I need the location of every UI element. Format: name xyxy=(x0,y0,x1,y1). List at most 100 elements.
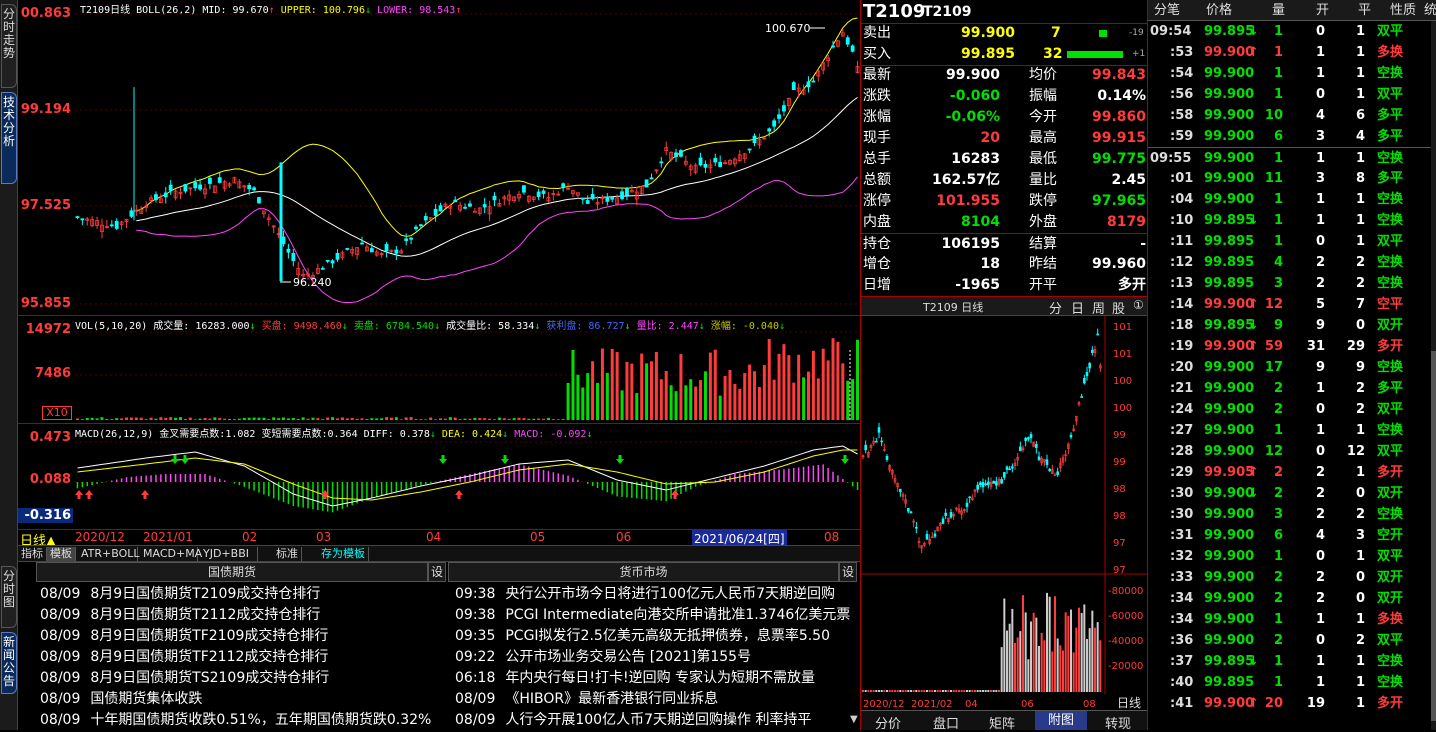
macd-panel[interactable]: MACD(26,12,9) 金叉需要点数:1.082 变短需要点数:0.364 … xyxy=(18,424,860,529)
price-panel[interactable]: T2109日线 BOLL(26,2) MID: 99.670↑ UPPER: 1… xyxy=(18,0,860,316)
template-yjd-bbi[interactable]: YJD+BBI xyxy=(200,547,258,561)
tick-col-volume[interactable]: 量 xyxy=(1272,0,1285,21)
template-standard[interactable]: 标准 xyxy=(273,547,302,561)
money-news-item[interactable]: 06:18 年内央行每日!打卡!逆回购 专家认为短期不需放量 xyxy=(455,668,850,689)
tick-col-open[interactable]: 开 xyxy=(1316,0,1329,21)
tab-spot[interactable]: 转现 xyxy=(1105,713,1131,732)
money-news-item[interactable]: 08/09 《HIBOR》最新香港银行同业拆息 xyxy=(455,689,850,710)
tick-row[interactable]: :53 99.900 ↑ 1 1 1 多换 xyxy=(1148,42,1431,63)
news-headline[interactable]: 8月9日国债期货T2112成交持仓排行 xyxy=(90,607,320,623)
bond-news-item[interactable]: 08/09 8月9日国债期货T2112成交持仓排行 xyxy=(40,605,448,626)
news-headline[interactable]: 8月9日国债期货TF2109成交持仓排行 xyxy=(90,628,328,644)
tick-row[interactable]: :32 99.900 1 0 1 双平 xyxy=(1148,546,1431,567)
tick-row[interactable]: :34 99.900 1 1 1 多换 xyxy=(1148,609,1431,630)
tick-col-stat[interactable]: 统 xyxy=(1424,0,1436,21)
tick-row[interactable]: :30 99.900 ↓ 2 2 0 双开 xyxy=(1148,483,1431,504)
tick-row[interactable]: :04 99.900 1 1 1 空换 xyxy=(1148,189,1431,210)
tick-row[interactable]: :24 99.900 2 0 2 双平 xyxy=(1148,399,1431,420)
mini-period-label[interactable]: 日线 xyxy=(1117,696,1141,710)
news-headline[interactable]: 十年期国债期货收跌0.51%，五年期国债期货跌0.32% xyxy=(90,712,431,728)
tick-row[interactable]: :20 99.900 17 9 9 空换 xyxy=(1148,357,1431,378)
tick-row[interactable]: :18 99.895 ↓ 9 9 0 双开 xyxy=(1148,315,1431,336)
tick-row[interactable]: :40 99.895 1 1 1 空换 xyxy=(1148,672,1431,693)
tab-sub-chart[interactable]: 附图 xyxy=(1035,711,1087,730)
tick-col-time[interactable]: 分笔 xyxy=(1154,0,1180,21)
news-headline[interactable]: PCGI拟发行2.5亿美元高级无抵押债券，息票率5.50 xyxy=(505,628,830,644)
tab-technical-analysis[interactable]: 技术分析 xyxy=(1,92,17,184)
bond-news-item[interactable]: 08/09 8月9日国债期货TF2112成交持仓排行 xyxy=(40,647,448,668)
money-news-item[interactable]: 09:22 公开市场业务交易公告 [2021]第155号 xyxy=(455,647,850,668)
bond-news-item[interactable]: 08/09 国债期货集体收跌 xyxy=(40,689,448,710)
news-headline[interactable]: 8月9日国债期货TF2112成交持仓排行 xyxy=(90,649,328,665)
tick-row[interactable]: :01 99.900 11 3 8 多平 xyxy=(1148,168,1431,189)
tick-scroll-thumb[interactable] xyxy=(1431,351,1436,721)
tab-intraday-chart[interactable]: 分时图 xyxy=(1,566,17,628)
tick-row[interactable]: 09:54 99.895 ↓ 1 0 1 双平 xyxy=(1148,21,1431,42)
tick-row[interactable]: :10 99.895 ↓ 1 1 1 空换 xyxy=(1148,210,1431,231)
tick-row[interactable]: :34 99.900 2 2 0 双开 xyxy=(1148,588,1431,609)
tick-col-price[interactable]: 价格 xyxy=(1206,0,1232,21)
template-button[interactable]: 模板 xyxy=(47,547,76,561)
money-news-item[interactable]: 09:35 PCGI拟发行2.5亿美元高级无抵押债券，息票率5.50 xyxy=(455,626,850,647)
tick-row[interactable]: :13 99.895 3 2 2 空换 xyxy=(1148,273,1431,294)
tick-row[interactable]: :33 99.900 2 2 0 双开 xyxy=(1148,567,1431,588)
bond-news-item[interactable]: 08/09 8月9日国债期货TS2109成交持仓排行 xyxy=(40,668,448,689)
tick-col-nature[interactable]: 性质 xyxy=(1390,0,1416,21)
tab-news[interactable]: 新闻公告 xyxy=(1,632,17,694)
tick-row[interactable]: :58 99.900 10 4 6 多平 xyxy=(1148,105,1431,126)
tick-row[interactable]: :11 99.895 1 0 1 双平 xyxy=(1148,231,1431,252)
bond-news-item[interactable]: 08/09 8月9日国债期货T2109成交持仓排行 xyxy=(40,584,448,605)
bond-news-item[interactable]: 08/09 8月9日国债期货TF2109成交持仓排行 xyxy=(40,626,448,647)
news-headline[interactable]: 年内央行每日!打卡!逆回购 专家认为短期不需放量 xyxy=(505,670,815,686)
tick-col-close[interactable]: 平 xyxy=(1358,0,1371,21)
news-headline[interactable]: 央行公开市场今日将进行100亿元人民币7天期逆回购 xyxy=(505,586,835,602)
tab-intraday[interactable]: 分时走势 xyxy=(1,4,17,88)
candlestick-chart[interactable]: 100.670 96.240 xyxy=(75,12,860,312)
tick-row[interactable]: :28 99.900 12 0 12 双平 xyxy=(1148,441,1431,462)
money-news-item[interactable]: 09:38 PCGI Intermediate向港交所申请批准1.3746亿美元票 xyxy=(455,605,850,626)
news-headline[interactable]: 人行今开展100亿人币7天期逆回购操作 利率持平 xyxy=(505,712,811,728)
mini-btn-min[interactable]: 分 xyxy=(1049,298,1062,317)
tick-row[interactable]: :41 99.900 ↑ 20 19 1 多开 xyxy=(1148,693,1431,714)
indicator-button[interactable]: 指标 xyxy=(18,547,47,561)
macd-chart[interactable] xyxy=(75,436,860,528)
news-right-settings[interactable]: 设 xyxy=(839,562,857,582)
money-news-item[interactable]: 09:38 央行公开市场今日将进行100亿元人民币7天期逆回购 xyxy=(455,584,850,605)
news-headline[interactable]: 8月9日国债期货TS2109成交持仓排行 xyxy=(90,670,329,686)
news-headline[interactable]: 8月9日国债期货T2109成交持仓排行 xyxy=(90,586,320,602)
tick-row[interactable]: :36 99.900 2 0 2 双平 xyxy=(1148,630,1431,651)
mini-btn-stock[interactable]: 股 xyxy=(1112,298,1125,317)
news-left-settings[interactable]: 设 xyxy=(428,562,446,582)
tick-row[interactable]: 09:55 99.900 1 1 1 空换 xyxy=(1148,147,1431,168)
tab-matrix[interactable]: 矩阵 xyxy=(989,713,1015,732)
tick-row[interactable]: :30 99.900 3 2 2 空换 xyxy=(1148,504,1431,525)
tick-row[interactable]: :19 99.900 ↑ 59 31 29 多开 xyxy=(1148,336,1431,357)
news-headline[interactable]: 公开市场业务交易公告 [2021]第155号 xyxy=(505,649,751,665)
bond-news-item[interactable]: 08/09 十年期国债期货收跌0.51%，五年期国债期货跌0.32% xyxy=(40,710,448,731)
volume-bars[interactable] xyxy=(75,330,860,422)
save-template-button[interactable]: 存为模板 xyxy=(318,547,369,561)
tick-row[interactable]: :31 99.900 6 4 3 空开 xyxy=(1148,525,1431,546)
news-header-bond-futures[interactable]: 国债期货 xyxy=(36,562,428,582)
mini-btn-day[interactable]: 日 xyxy=(1071,298,1084,317)
news-headline[interactable]: 《HIBOR》最新香港银行同业拆息 xyxy=(505,691,718,707)
tick-row[interactable]: :14 99.900 ↑ 12 5 7 空平 xyxy=(1148,294,1431,315)
news-headline[interactable]: 国债期货集体收跌 xyxy=(90,691,202,707)
tick-row[interactable]: :21 99.900 2 1 2 多平 xyxy=(1148,378,1431,399)
tick-row[interactable]: :59 99.900 6 3 4 多平 xyxy=(1148,126,1431,147)
tick-row[interactable]: :56 99.900 1 0 1 双平 xyxy=(1148,84,1431,105)
tick-row[interactable]: :29 99.905 ↑ 2 2 1 多开 xyxy=(1148,462,1431,483)
volume-panel[interactable]: VOL(5,10,20) 成交量: 16283.000↓ 买盘: 9498.46… xyxy=(18,316,860,424)
money-news-item[interactable]: 08/09 人行今开展100亿人币7天期逆回购操作 利率持平 xyxy=(455,710,850,731)
scroll-down-icon[interactable]: ▼ xyxy=(850,714,860,728)
tab-price-distribution[interactable]: 分价 xyxy=(875,713,901,732)
template-atr-boll[interactable]: ATR+BOLL xyxy=(78,547,140,561)
tick-row[interactable]: :12 99.895 4 2 2 空换 xyxy=(1148,252,1431,273)
tick-row[interactable]: :37 99.895 ↓ 1 1 1 空换 xyxy=(1148,651,1431,672)
mini-btn-info[interactable]: ① xyxy=(1133,298,1144,312)
news-headline[interactable]: PCGI Intermediate向港交所申请批准1.3746亿美元票 xyxy=(505,607,850,623)
template-macd-ma[interactable]: MACD+MA xyxy=(140,547,202,561)
tab-order-book[interactable]: 盘口 xyxy=(933,713,959,732)
news-header-money-market[interactable]: 货币市场 xyxy=(448,562,839,582)
tick-row[interactable]: :27 99.900 1 1 1 空换 xyxy=(1148,420,1431,441)
